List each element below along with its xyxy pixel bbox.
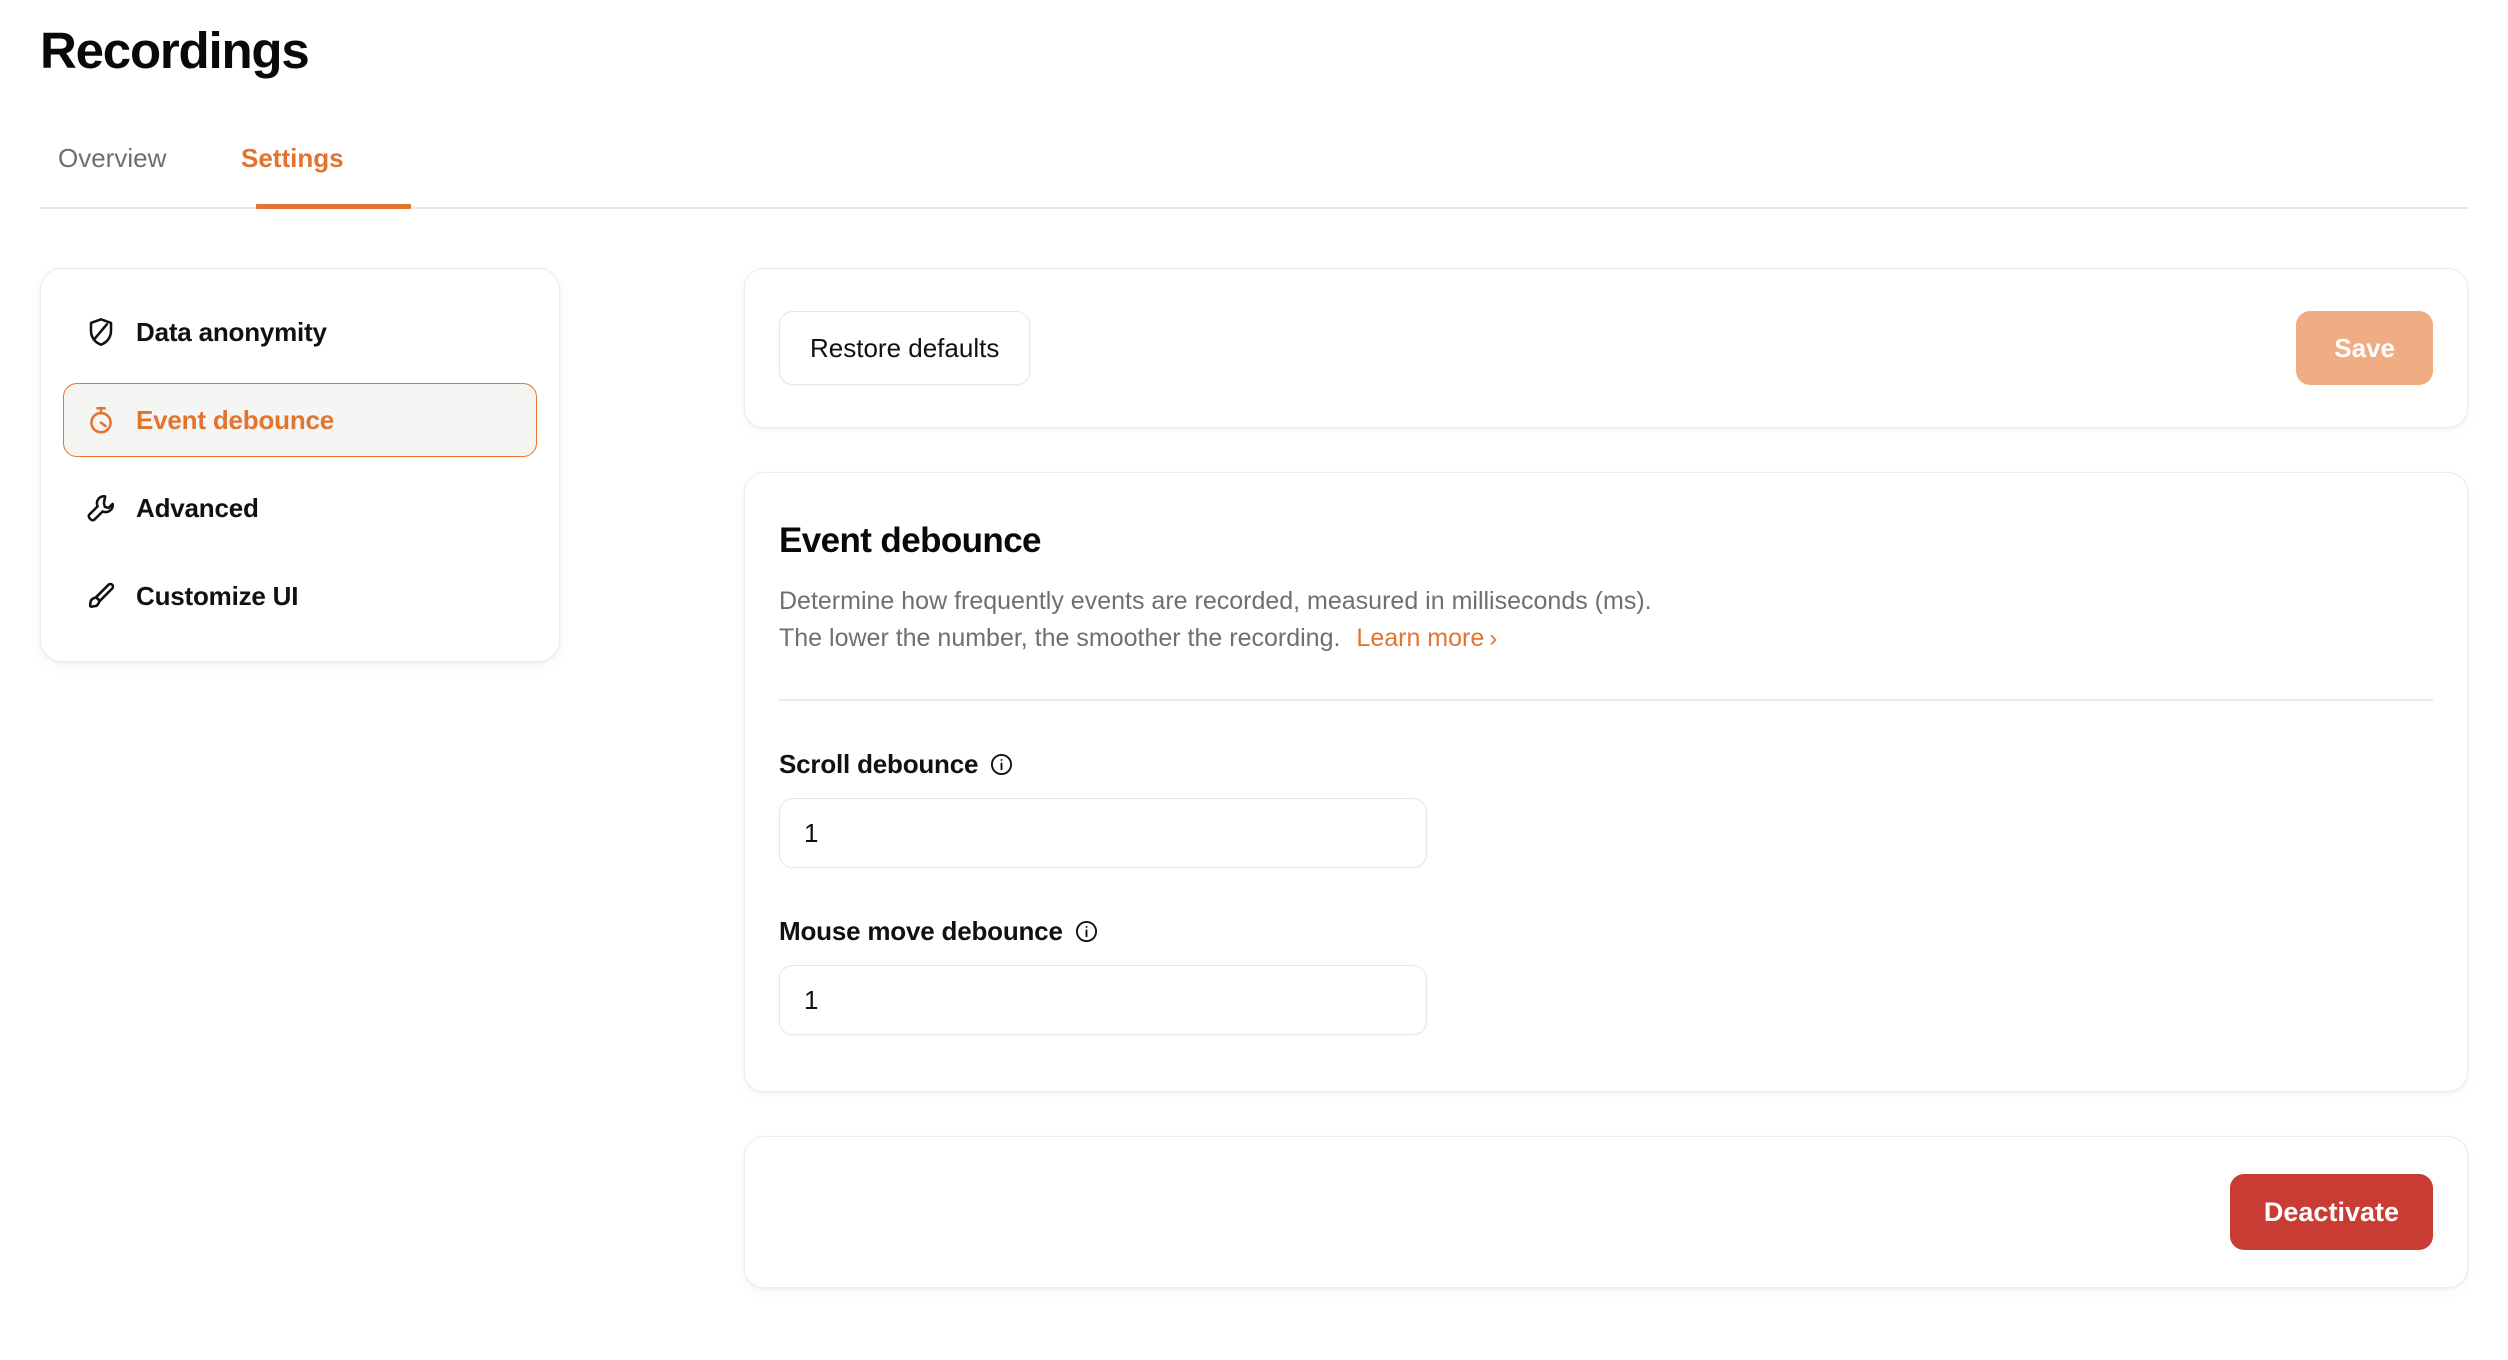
- description-line-1: Determine how frequently events are reco…: [779, 587, 1652, 615]
- info-circle-icon[interactable]: [1074, 919, 1099, 944]
- mouse-move-debounce-label-text: Mouse move debounce: [779, 916, 1063, 946]
- sidebar-item-data-anonymity[interactable]: Data anonymity: [63, 295, 537, 369]
- chevron-right-icon: ›: [1489, 625, 1498, 652]
- mouse-move-debounce-field-group: Mouse move debounce: [779, 916, 2433, 1035]
- sidebar-item-event-debounce[interactable]: Event debounce: [63, 383, 537, 457]
- save-button[interactable]: Save: [2296, 311, 2433, 385]
- shield-off-icon: [84, 315, 118, 349]
- info-circle-icon[interactable]: [989, 752, 1014, 777]
- learn-more-link[interactable]: Learn more ›: [1356, 624, 1497, 652]
- deactivate-button[interactable]: Deactivate: [2229, 1174, 2433, 1250]
- tab-overview[interactable]: Overview: [58, 143, 166, 209]
- learn-more-label: Learn more: [1356, 624, 1485, 652]
- sidebar-item-label: Customize UI: [136, 580, 299, 611]
- event-debounce-card: Event debounce Determine how frequently …: [744, 472, 2468, 1092]
- description-line-2: The lower the number, the smoother the r…: [779, 624, 1341, 652]
- sidebar-item-advanced[interactable]: Advanced: [63, 471, 537, 545]
- sidebar-item-label: Advanced: [136, 492, 259, 523]
- sidebar-item-customize-ui[interactable]: Customize UI: [63, 559, 537, 633]
- scroll-debounce-label-text: Scroll debounce: [779, 749, 979, 779]
- tab-bar: Overview Settings: [40, 143, 2468, 209]
- mouse-move-debounce-label: Mouse move debounce: [779, 916, 2433, 947]
- scroll-debounce-label: Scroll debounce: [779, 749, 2433, 780]
- event-debounce-title: Event debounce: [779, 521, 1042, 560]
- deactivate-card: Deactivate: [744, 1136, 2468, 1288]
- settings-action-bar: Restore defaults Save: [744, 268, 2468, 428]
- timer-icon: [84, 403, 118, 437]
- sidebar-item-label: Event debounce: [136, 404, 335, 435]
- recordings-settings-page: Recordings Overview Settings Data anonym…: [0, 0, 2508, 1360]
- tab-active-indicator: [256, 204, 411, 209]
- scroll-debounce-input[interactable]: [779, 798, 1427, 868]
- settings-main-column: Restore defaults Save Event debounce Det…: [744, 268, 2468, 1288]
- mouse-move-debounce-input[interactable]: [779, 965, 1427, 1035]
- card-divider: [779, 699, 2433, 701]
- sidebar-item-label: Data anonymity: [136, 316, 327, 347]
- restore-defaults-button[interactable]: Restore defaults: [779, 311, 1031, 385]
- event-debounce-description: Determine how frequently events are reco…: [779, 583, 2433, 657]
- settings-sidebar: Data anonymity Event debounce Advanced C…: [40, 268, 560, 662]
- paintbrush-icon: [84, 579, 118, 613]
- page-title: Recordings: [40, 22, 310, 79]
- tab-settings[interactable]: Settings: [241, 143, 344, 209]
- wrench-icon: [84, 491, 118, 525]
- scroll-debounce-field-group: Scroll debounce: [779, 749, 2433, 868]
